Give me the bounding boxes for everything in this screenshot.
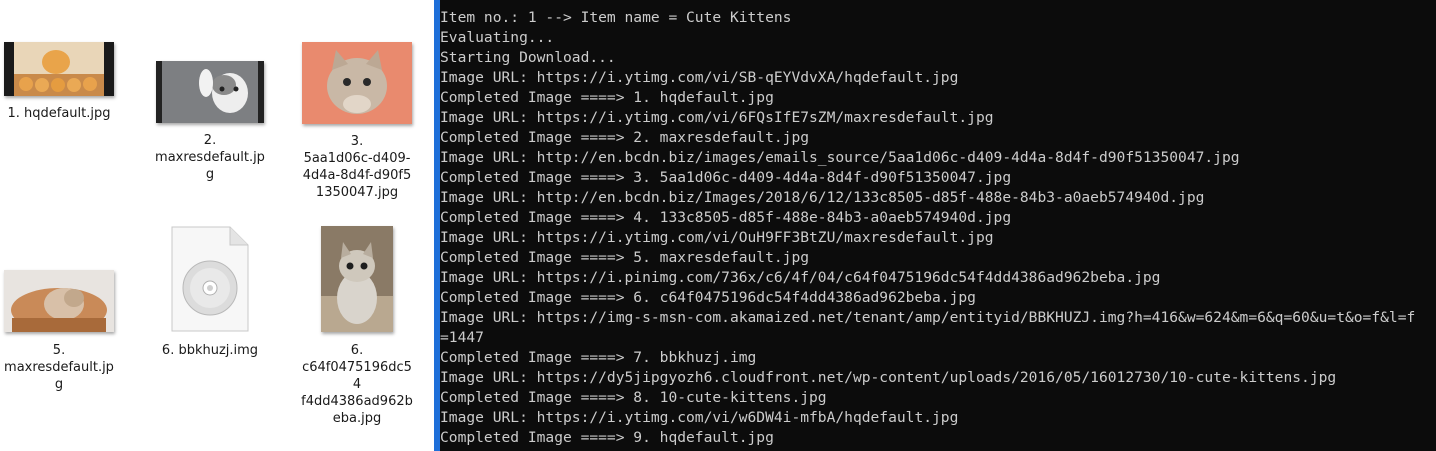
image-thumbnail bbox=[4, 270, 114, 332]
file-name-line: maxresdefault.jp bbox=[4, 360, 114, 375]
file-name-line: 2. bbox=[203, 133, 217, 148]
console-line: Completed Image ====> 5. maxresdefault.j… bbox=[440, 249, 810, 266]
file-name-line: maxresdefault.jp bbox=[155, 150, 265, 165]
console-line: Item no.: 1 --> Item name = Cute Kittens bbox=[440, 9, 792, 26]
console-line: Completed Image ====> 4. 133c8505-d85f-4… bbox=[440, 209, 1012, 226]
console-line: Image URL: https://img-s-msn-com.akamaiz… bbox=[440, 309, 1416, 326]
image-thumbnail bbox=[321, 226, 393, 332]
console-line: Image URL: https://dy5jipgyozh6.cloudfro… bbox=[440, 369, 1337, 386]
disc-file-icon bbox=[170, 226, 250, 332]
file-name-line: 5. bbox=[52, 343, 66, 358]
console-line: Completed Image ====> 3. 5aa1d06c-d409-4… bbox=[440, 169, 1012, 186]
file-item[interactable]: 2. maxresdefault.jp g bbox=[151, 61, 269, 183]
image-thumbnail bbox=[156, 61, 264, 123]
file-item[interactable]: 6. bbkhuzj.img bbox=[151, 226, 269, 359]
console-line: Evaluating... bbox=[440, 29, 555, 46]
file-item[interactable]: 1. hqdefault.jpg bbox=[0, 42, 118, 122]
file-item[interactable]: 5. maxresdefault.jp g bbox=[0, 270, 118, 393]
console-line: Image URL: https://i.ytimg.com/vi/w6DW4i… bbox=[440, 409, 959, 426]
console-line: Image URL: https://i.pinimg.com/736x/c6/… bbox=[440, 269, 1161, 286]
file-name-label: 2. maxresdefault.jp g bbox=[151, 132, 269, 183]
file-name-label: 5. maxresdefault.jp g bbox=[0, 342, 118, 393]
console-line: Image URL: http://en.bcdn.biz/images/ema… bbox=[440, 149, 1240, 166]
console-line: Image URL: http://en.bcdn.biz/Images/201… bbox=[440, 189, 1205, 206]
file-name-line: 1. hqdefault.jpg bbox=[7, 106, 111, 121]
file-name-label: 3. 5aa1d06c-d409- 4d4a-8d4f-d90f5 135004… bbox=[298, 133, 416, 201]
console-line: Image URL: https://i.ytimg.com/vi/OuH9FF… bbox=[440, 229, 994, 246]
file-name-line: c64f0475196dc54 bbox=[302, 360, 412, 392]
image-thumbnail bbox=[4, 42, 114, 96]
console-line: Image URL: https://i.ytimg.com/vi/SB-qEY… bbox=[440, 69, 959, 86]
file-name-label: 6. bbkhuzj.img bbox=[151, 342, 269, 359]
file-name-line: f4dd4386ad962b bbox=[301, 394, 413, 409]
console-line: Completed Image ====> 9. hqdefault.jpg bbox=[440, 429, 774, 446]
console-line: Completed Image ====> 2. maxresdefault.j… bbox=[440, 129, 810, 146]
file-name-line: g bbox=[54, 377, 64, 392]
file-name-line: 6. bbkhuzj.img bbox=[161, 343, 259, 358]
file-name-line: 5aa1d06c-d409- bbox=[303, 151, 411, 166]
file-name-label: 1. hqdefault.jpg bbox=[0, 105, 118, 122]
console-output[interactable]: Item no.: 1 --> Item name = Cute Kittens… bbox=[440, 0, 1436, 451]
file-name-line: 4d4a-8d4f-d90f5 bbox=[302, 168, 412, 183]
file-explorer-pane: 1. hqdefault.jpg 2. maxresdefault.jp g 3… bbox=[0, 0, 434, 451]
image-thumbnail bbox=[302, 42, 412, 124]
file-name-line: 1350047.jpg bbox=[315, 185, 399, 200]
console-line: Completed Image ====> 6. c64f0475196dc54… bbox=[440, 289, 976, 306]
console-line: Completed Image ====> 8. 10-cute-kittens… bbox=[440, 389, 827, 406]
console-line: Starting Download... bbox=[440, 49, 616, 66]
file-name-line: g bbox=[205, 167, 215, 182]
file-item[interactable]: 6. c64f0475196dc54 f4dd4386ad962b eba.jp… bbox=[298, 226, 416, 427]
file-name-label: 6. c64f0475196dc54 f4dd4386ad962b eba.jp… bbox=[298, 342, 416, 427]
console-line: Image URL: https://i.ytimg.com/vi/6FQsIf… bbox=[440, 109, 994, 126]
file-item[interactable]: 3. 5aa1d06c-d409- 4d4a-8d4f-d90f5 135004… bbox=[298, 42, 416, 201]
console-line: Completed Image ====> 1. hqdefault.jpg bbox=[440, 89, 774, 106]
file-name-line: eba.jpg bbox=[332, 411, 382, 426]
file-name-line: 3. bbox=[350, 134, 364, 149]
console-line: =1447 bbox=[440, 329, 484, 346]
console-line: Completed Image ====> 7. bbkhuzj.img bbox=[440, 349, 757, 366]
file-name-line: 6. bbox=[350, 343, 364, 358]
